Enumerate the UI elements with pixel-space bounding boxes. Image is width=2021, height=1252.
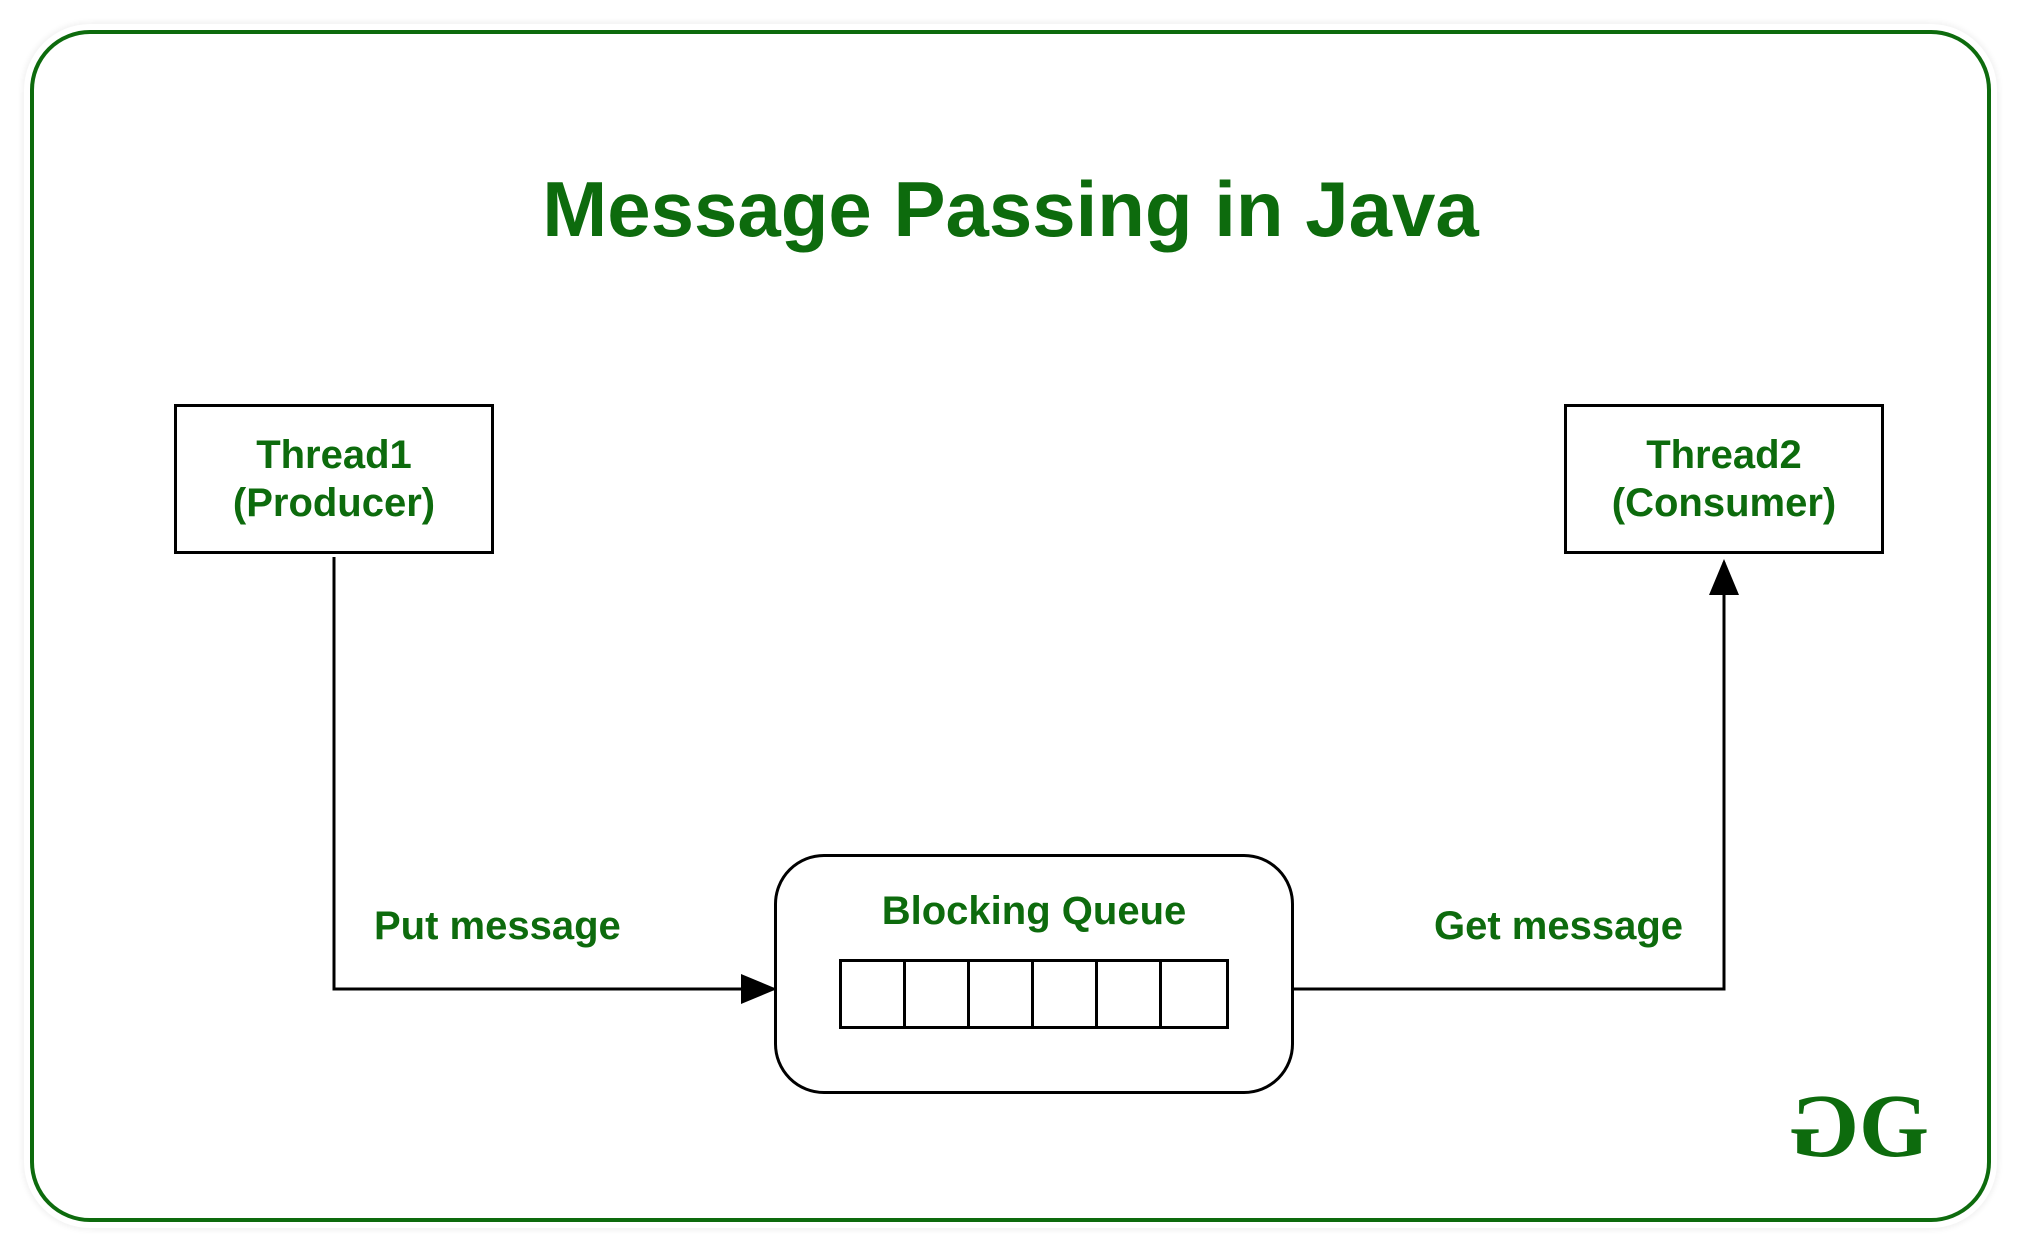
thread2-name: Thread2 (1646, 431, 1802, 479)
logo-char: G (1859, 1077, 1917, 1176)
diagram-title: Message Passing in Java (34, 164, 1987, 255)
queue-cell (842, 962, 906, 1026)
get-message-label: Get message (1434, 904, 1683, 949)
thread2-consumer-box: Thread2 (Consumer) (1564, 404, 1884, 554)
put-message-label: Put message (374, 904, 621, 949)
blocking-queue-title: Blocking Queue (882, 889, 1187, 934)
logo-char-flipped: G (1801, 1075, 1859, 1178)
queue-cell (1098, 962, 1162, 1026)
thread1-role: (Producer) (233, 479, 435, 527)
queue-cell (1162, 962, 1226, 1026)
queue-cell (970, 962, 1034, 1026)
diagram-frame: Message Passing in Java Thread1 (Produce… (30, 30, 1991, 1222)
thread1-name: Thread1 (256, 431, 412, 479)
blocking-queue-container: Blocking Queue (774, 854, 1294, 1094)
thread1-producer-box: Thread1 (Producer) (174, 404, 494, 554)
queue-cell (1034, 962, 1098, 1026)
thread2-role: (Consumer) (1612, 479, 1836, 527)
geeksforgeeks-logo: GG (1801, 1075, 1917, 1178)
queue-cell (906, 962, 970, 1026)
queue-cells (839, 959, 1229, 1029)
